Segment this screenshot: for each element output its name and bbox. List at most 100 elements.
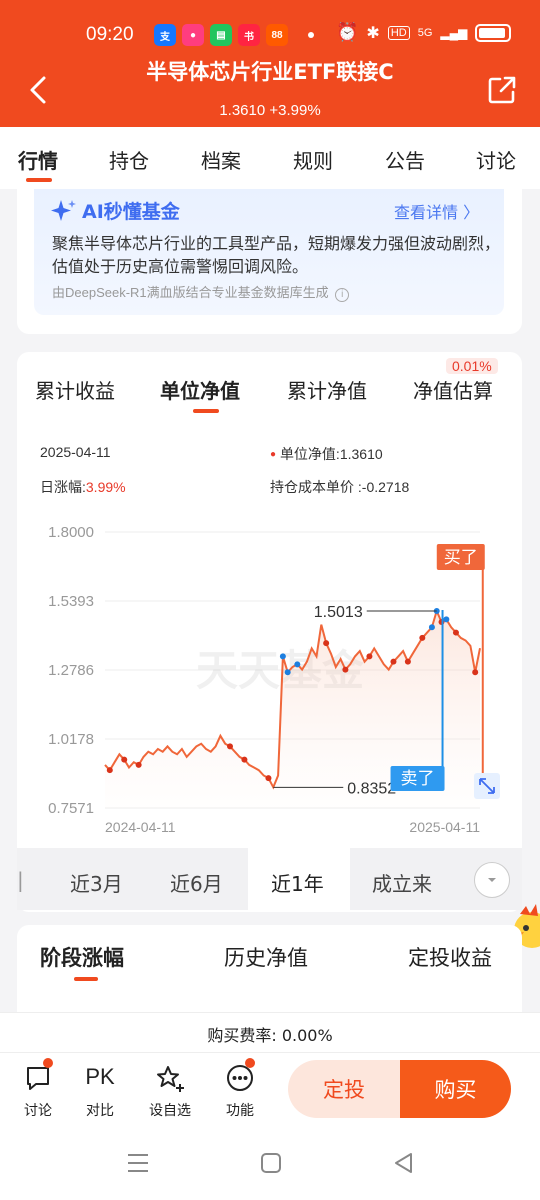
more-icon: [227, 1065, 253, 1091]
max-value-label: 1.5013: [314, 604, 363, 621]
trade-dot: [443, 616, 450, 623]
xiaohongshu-icon: 书: [238, 24, 260, 46]
watchlist-label[interactable]: 设自选: [145, 1100, 195, 1120]
home-icon[interactable]: [260, 1152, 282, 1174]
nav-line-chart[interactable]: 1.8000 1.5393 1.2786 1.0178 0.7571 2024-04-1…: [30, 515, 510, 845]
trade-dot: [342, 666, 349, 673]
trade-dot: [241, 756, 248, 763]
trade-dot: [472, 669, 479, 676]
buy-button[interactable]: 购买: [400, 1060, 511, 1118]
daily-change: 日涨幅:3.99%: [40, 477, 126, 497]
system-nav-bar: [0, 1128, 540, 1200]
ai-view-details-link[interactable]: 查看详情 〉: [394, 199, 479, 223]
trade-dot: [294, 661, 301, 668]
trade-dot: [265, 775, 272, 782]
trade-dot: [452, 629, 459, 636]
system-icons: ⏰ ✱ HD 5G ▂▄▆: [336, 22, 512, 43]
period-scroll-edge: |: [17, 868, 24, 892]
discussion-notification-dot: [43, 1058, 53, 1068]
x-tick-label: 2025-04-11: [409, 819, 480, 835]
alarm-icon: ⏰: [336, 22, 359, 42]
chart-tab-cumulative-return[interactable]: 累计收益: [35, 375, 115, 404]
tab-holdings[interactable]: 持仓: [109, 145, 149, 174]
star-icon: [157, 1066, 184, 1092]
period-since-inception[interactable]: 成立来: [372, 868, 432, 897]
bottom-tab-indicator: [74, 977, 98, 981]
more-notifications-icon: [308, 32, 314, 38]
y-tick-label: 1.0178: [48, 731, 94, 748]
tab-quote[interactable]: 行情: [18, 145, 58, 174]
hd-icon: HD: [387, 25, 410, 40]
purchase-fee-rate: 购买费率: 0.00%: [207, 1026, 333, 1045]
trade-dot: [323, 640, 330, 647]
chart-tab-cumulative-nav[interactable]: 累计净值: [287, 375, 367, 404]
ai-summary-text: 聚焦半导体芯片行业的工具型产品，短期爆发力强但波动剧烈，估值处于历史高位需警惕回…: [52, 234, 501, 276]
period-3m[interactable]: 近3月: [70, 868, 123, 897]
sell-tag-label: 卖了: [401, 769, 435, 789]
signal-icon: ▂▄▆: [440, 25, 468, 40]
daily-change-label: 日涨幅:: [40, 479, 86, 495]
compare-label[interactable]: 对比: [75, 1100, 125, 1120]
auto-invest-button[interactable]: 定投: [288, 1060, 400, 1118]
x-tick-label: 2024-04-11: [105, 819, 176, 835]
bluetooth-icon: ✱: [366, 24, 380, 42]
message-icon: ▤: [210, 24, 232, 46]
trade-dot: [419, 634, 426, 641]
fund-price-change: 1.3610 +3.99%: [219, 102, 321, 119]
trade-dot: [121, 756, 128, 763]
trade-dot: [284, 669, 291, 676]
period-1y[interactable]: 近1年: [271, 868, 324, 897]
buy-tag-label: 买了: [444, 548, 478, 568]
functions-label[interactable]: 功能: [215, 1100, 265, 1120]
trade-dot: [135, 761, 142, 768]
back-nav-icon[interactable]: [392, 1151, 414, 1175]
pk-icon[interactable]: PK: [75, 1064, 125, 1090]
tab-auto-invest-returns[interactable]: 定投收益: [408, 942, 492, 972]
ai-sparkle-icon: [51, 200, 76, 221]
menu-icon[interactable]: [126, 1152, 150, 1174]
discussion-label[interactable]: 讨论: [13, 1100, 63, 1120]
notification-icons: 支 ● ▤ 书 88: [154, 24, 288, 46]
trade-dot: [404, 658, 411, 665]
watchlist-action[interactable]: [145, 1064, 195, 1096]
tab-history-nav[interactable]: 历史净值: [224, 942, 308, 972]
tab-profile[interactable]: 档案: [201, 145, 241, 174]
ai-source-note: 由DeepSeek-R1满血版结合专业基金数据库生成 i: [52, 282, 350, 302]
trade-dot: [227, 743, 233, 750]
chart-tab-indicator: [193, 409, 219, 413]
battery-icon: [475, 23, 512, 42]
chart-tab-nav-estimate[interactable]: 净值估算: [413, 375, 493, 404]
dropdown-triangle-icon: [488, 878, 496, 882]
tab-rules[interactable]: 规则: [293, 145, 333, 174]
estimate-badge: 0.01%: [446, 358, 498, 374]
period-more-button[interactable]: [474, 862, 510, 898]
ai-source-text: 由DeepSeek-R1满血版结合专业基金数据库生成: [52, 285, 329, 300]
chart-tab-unit-nav[interactable]: 单位净值: [160, 375, 240, 404]
daily-change-value: 3.99%: [85, 479, 126, 495]
header: 09:20 支 ● ▤ 书 88 ⏰ ✱ HD 5G ▂▄▆ 半导体芯片行业ET…: [0, 0, 540, 127]
trade-dot: [366, 653, 373, 660]
status-time: 09:20: [86, 24, 134, 45]
trade-dot: [106, 767, 113, 774]
status-bar: 09:20 支 ● ▤ 书 88 ⏰ ✱ HD 5G ▂▄▆: [0, 22, 540, 50]
selected-date: 2025-04-11: [40, 444, 111, 460]
functions-notification-dot: [245, 1058, 255, 1068]
functions-action[interactable]: [215, 1064, 265, 1096]
fund-title: 半导体芯片行业ETF联接C: [146, 60, 394, 84]
discussion-action[interactable]: [13, 1064, 63, 1096]
unit-nav-label: 单位净值:1.3610: [279, 446, 383, 462]
min-value-label: 0.8352: [347, 780, 396, 797]
trade-dot: [390, 658, 397, 665]
info-icon[interactable]: i: [335, 288, 350, 302]
tab-announcements[interactable]: 公告: [385, 145, 425, 174]
y-tick-label: 0.7571: [48, 800, 94, 817]
network-icon: 5G: [417, 26, 433, 39]
app-icon: ●: [182, 24, 204, 46]
tab-discussion[interactable]: 讨论: [476, 145, 516, 174]
alipay-icon: 支: [154, 24, 176, 46]
tab-period-returns[interactable]: 阶段涨幅: [40, 942, 124, 972]
unit-nav-readout: ● 单位净值:1.3610: [270, 444, 383, 464]
main-tabs: 行情 持仓 档案 规则 公告 讨论: [0, 127, 540, 189]
trade-dot: [279, 653, 286, 660]
period-6m[interactable]: 近6月: [170, 868, 223, 897]
